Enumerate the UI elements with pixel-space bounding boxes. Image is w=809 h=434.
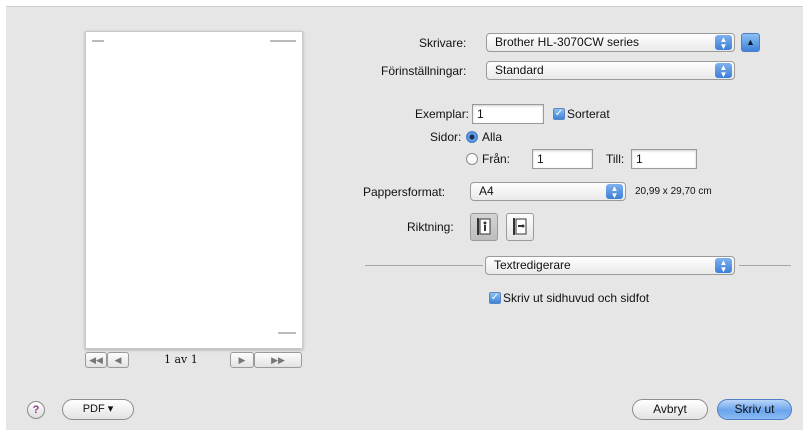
portrait-orientation-button[interactable] (470, 213, 498, 241)
portrait-icon (477, 218, 491, 235)
header-footer-checkbox[interactable]: ✓ (489, 292, 501, 304)
printer-value: Brother HL-3070CW series (495, 35, 640, 49)
presets-value: Standard (495, 63, 544, 77)
header-footer-label: Skriv ut sidhuvud och sidfot (503, 291, 650, 305)
last-page-button[interactable]: ▶▶ (254, 352, 302, 368)
page-indicator: 1 av 1 (164, 353, 198, 366)
collate-label: Sorterat (567, 107, 610, 121)
copies-label: Exemplar: (415, 107, 470, 121)
pages-to-field[interactable]: 1 (631, 149, 697, 169)
page-preview (85, 31, 303, 349)
presets-label: Förinställningar: (381, 64, 467, 78)
paper-dimensions: 20,99 x 29,70 cm (635, 186, 712, 197)
cancel-button[interactable]: Avbryt (632, 399, 708, 420)
checkmark-icon: ✓ (490, 292, 500, 303)
printer-label: Skrivare: (419, 36, 467, 50)
pages-range-radio[interactable] (466, 153, 478, 165)
help-icon: ? (32, 404, 40, 416)
landscape-icon (513, 218, 527, 235)
preview-footer (278, 332, 296, 334)
pages-all-radio[interactable] (466, 131, 478, 143)
copies-field[interactable]: 1 (472, 104, 544, 124)
pages-from-label: Från: (482, 152, 511, 166)
pages-label: Sidor: (430, 130, 462, 144)
pages-all-label: Alla (482, 130, 503, 144)
updown-arrows-icon: ▲ ▼ (606, 184, 623, 200)
section-divider-right (739, 265, 791, 266)
first-page-button[interactable]: ◀◀ (85, 352, 107, 368)
orientation-label: Riktning: (407, 220, 454, 234)
print-button[interactable]: Skriv ut (717, 399, 792, 420)
section-divider-left (365, 265, 483, 266)
section-value: Textredigerare (494, 258, 571, 272)
paper-size-popup[interactable]: A4 ▲ ▼ (470, 182, 626, 201)
disclosure-up-icon: ▲ (746, 37, 755, 47)
preview-header-right (270, 40, 296, 42)
previous-page-button[interactable]: ◀ (107, 352, 129, 368)
updown-arrows-icon: ▲ ▼ (715, 63, 732, 79)
updown-arrows-icon: ▲ ▼ (715, 258, 732, 274)
section-popup[interactable]: Textredigerare ▲ ▼ (485, 256, 735, 275)
paper-size-label: Pappersformat: (363, 185, 446, 199)
pdf-button[interactable]: PDF ▾ (62, 399, 134, 420)
printer-popup[interactable]: Brother HL-3070CW series ▲ ▼ (486, 33, 735, 52)
collapse-details-button[interactable]: ▲ (741, 33, 760, 52)
checkmark-icon: ✓ (554, 108, 564, 119)
pages-to-label: Till: (606, 152, 625, 166)
collate-checkbox[interactable]: ✓ (553, 108, 565, 120)
print-dialog: ◀◀ ◀ 1 av 1 ▶ ▶▶ Skrivare: Brother HL-30… (6, 6, 803, 430)
preview-header-left (92, 40, 104, 42)
next-page-button[interactable]: ▶ (230, 352, 254, 368)
pages-from-field[interactable]: 1 (532, 149, 593, 169)
presets-popup[interactable]: Standard ▲ ▼ (486, 61, 735, 80)
updown-arrows-icon: ▲ ▼ (715, 35, 732, 51)
help-button[interactable]: ? (27, 401, 45, 419)
landscape-orientation-button[interactable] (506, 213, 534, 241)
paper-size-value: A4 (479, 184, 494, 198)
